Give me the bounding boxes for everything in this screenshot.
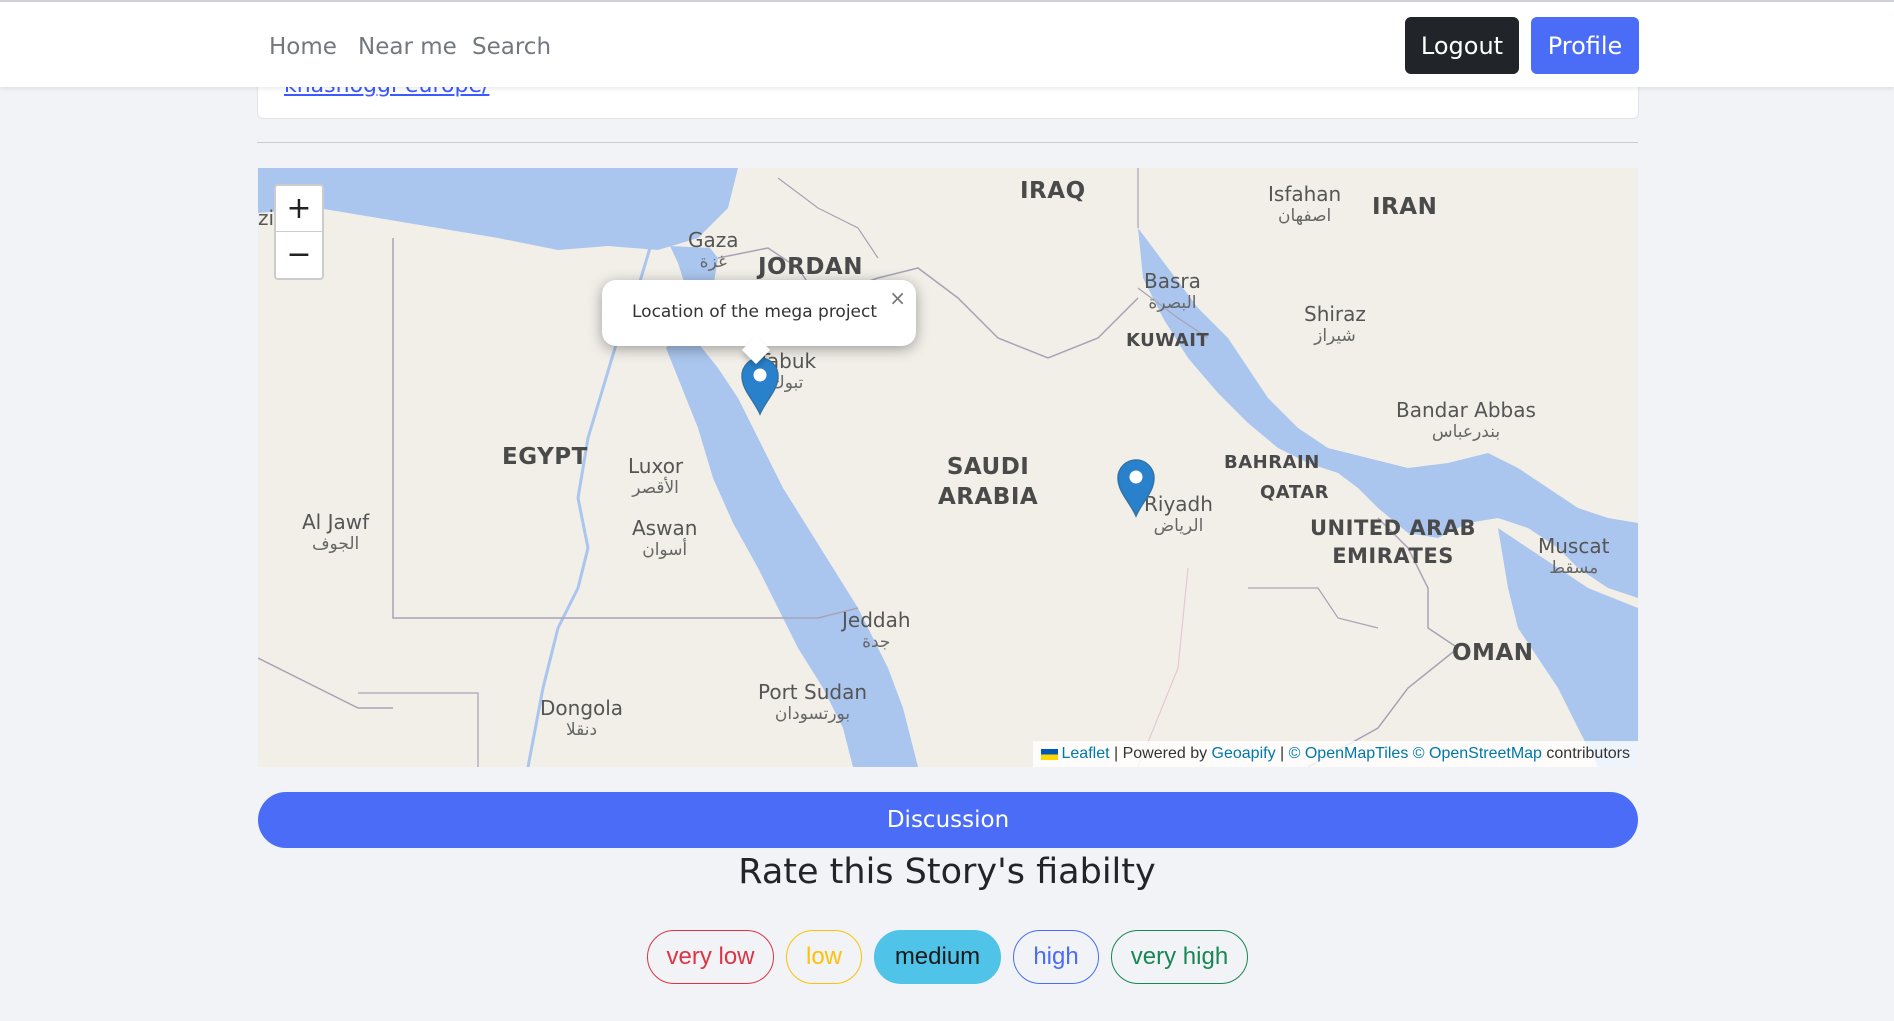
map-label-kuwait: KUWAIT [1126,330,1210,351]
map-label-oman: OMAN [1452,640,1534,666]
map-label-dongola: Dongola دنقلا [540,696,624,740]
map-label-jeddah: Jeddah جدة [842,608,911,652]
map-label-al-jawf: Al Jawf الجوف [302,510,370,554]
map-popup: Location of the mega project × [602,280,916,365]
leaflet-link[interactable]: Leaflet [1062,745,1110,763]
geoapify-link[interactable]: Geoapify [1212,745,1276,763]
rating-very-high-button[interactable]: very high [1111,930,1248,984]
map-label-port-sudan: Port Sudan بورتسودان [758,680,868,724]
map-label-muscat: Muscat مسقط [1538,534,1610,578]
rating-very-low-button[interactable]: very low [647,930,774,984]
map-label-basra: Basra البصرة [1144,269,1201,313]
zoom-out-button[interactable]: − [276,232,322,277]
logout-button[interactable]: Logout [1405,17,1519,74]
ukraine-flag-icon [1040,748,1058,760]
map-label-qatar: QATAR [1260,482,1330,503]
nav-near-me-link[interactable]: Near me [358,34,457,60]
rating-title: Rate this Story's fiabilty [738,852,1156,892]
map-label-iran: IRAN [1372,194,1438,220]
openmaptiles-link[interactable]: © OpenMapTiles [1289,745,1409,763]
map-label-aswan: Aswan أسوان [632,516,698,560]
navbar: Home Near me Search Logout Profile [0,2,1894,87]
nav-search-link[interactable]: Search [472,34,551,60]
map-label-uae: UNITED ARAB EMIRATES [1310,516,1477,568]
map-attribution: Leaflet | Powered by Geoapify | © OpenMa… [1032,741,1638,767]
zoom-control: + − [274,184,324,280]
map-label-bahrain: BAHRAIN [1224,452,1320,473]
map-label-edge: zi [258,206,275,230]
map-label-shiraz: Shiraz شيراز [1304,302,1366,346]
rating-low-button[interactable]: low [786,930,862,984]
profile-button[interactable]: Profile [1531,17,1639,74]
attribution-contributors: contributors [1541,745,1630,762]
map-label-jordan: JORDAN [758,254,863,280]
map-label-luxor: Luxor الأقصر [628,454,684,498]
map-marker-mega-project[interactable] [740,356,780,416]
map-label-saudi-arabia: SAUDI ARABIA [938,454,1039,510]
discussion-button[interactable]: Discussion [258,792,1638,848]
openstreetmap-link[interactable]: © OpenStreetMap [1413,745,1542,763]
map-label-egypt: EGYPT [502,444,588,470]
map-label-bandar-abbas: Bandar Abbas بندرعباس [1396,398,1536,442]
close-icon[interactable]: × [889,286,906,310]
attribution-separator: | [1275,745,1289,762]
divider [257,142,1638,143]
rating-high-button[interactable]: high [1013,930,1099,984]
map-popup-text: Location of the mega project [632,302,878,322]
map-label-isfahan: Isfahan اصفهان [1268,182,1342,226]
map[interactable]: + − zi IRAQ IRAN Isfahan اصفهان Gaza غزة J… [258,168,1638,767]
map-label-iraq: IRAQ [1020,178,1086,204]
map-marker-riyadh[interactable] [1116,458,1156,518]
attribution-powered-by: | Powered by [1109,745,1212,762]
rating-medium-button[interactable]: medium [874,930,1001,984]
nav-home-link[interactable]: Home [269,34,337,60]
map-label-gaza: Gaza غزة [688,228,739,272]
zoom-in-button[interactable]: + [276,186,322,232]
